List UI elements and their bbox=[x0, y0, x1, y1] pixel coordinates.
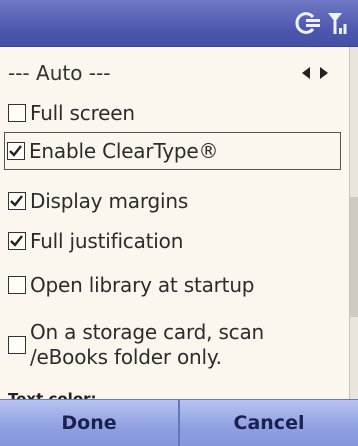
option-label: Open library at startup bbox=[30, 273, 255, 297]
checkbox-full-justification[interactable] bbox=[8, 232, 26, 250]
scrollbar[interactable] bbox=[349, 47, 358, 399]
connectivity-icon[interactable] bbox=[294, 11, 324, 35]
scrollbar-thumb[interactable] bbox=[350, 197, 358, 317]
option-display-margins[interactable]: Display margins bbox=[6, 183, 342, 219]
option-label: Enable ClearType® bbox=[29, 139, 219, 163]
option-label: Full justification bbox=[30, 229, 184, 253]
checkbox-open-library[interactable] bbox=[8, 276, 26, 294]
option-full-justification[interactable]: Full justification bbox=[6, 223, 342, 259]
title-bar bbox=[0, 0, 358, 47]
checkmark-icon bbox=[10, 195, 23, 207]
arrow-right-icon[interactable] bbox=[320, 67, 328, 79]
option-open-library[interactable]: Open library at startup bbox=[6, 267, 342, 303]
option-label: Display margins bbox=[30, 189, 189, 213]
checkbox-enable-cleartype[interactable] bbox=[7, 142, 25, 160]
option-enable-cleartype[interactable]: Enable ClearType® bbox=[4, 132, 341, 170]
option-label: Full screen bbox=[30, 101, 135, 125]
cancel-button[interactable]: Cancel bbox=[180, 400, 358, 446]
option-full-screen[interactable]: Full screen bbox=[6, 95, 342, 131]
section-heading-text-color: Text color: bbox=[8, 390, 97, 399]
selector-value: --- Auto --- bbox=[8, 61, 111, 85]
signal-strength-icon[interactable] bbox=[326, 10, 348, 36]
display-mode-selector[interactable]: --- Auto --- bbox=[0, 57, 345, 91]
status-icons bbox=[294, 9, 348, 37]
softkey-bar: Done Cancel bbox=[0, 399, 358, 446]
checkbox-storage-card-scan[interactable] bbox=[8, 336, 26, 354]
settings-content: --- Auto --- Full screen Enable ClearTyp… bbox=[0, 47, 358, 399]
checkbox-display-margins[interactable] bbox=[8, 192, 26, 210]
option-storage-card-scan[interactable]: On a storage card, scan /eBooks folder o… bbox=[6, 315, 342, 375]
option-label: On a storage card, scan /eBooks folder o… bbox=[30, 320, 265, 369]
done-button[interactable]: Done bbox=[0, 400, 180, 446]
arrow-left-icon[interactable] bbox=[302, 67, 310, 79]
checkmark-icon bbox=[9, 145, 22, 157]
checkbox-full-screen[interactable] bbox=[8, 104, 26, 122]
checkmark-icon bbox=[10, 235, 23, 247]
